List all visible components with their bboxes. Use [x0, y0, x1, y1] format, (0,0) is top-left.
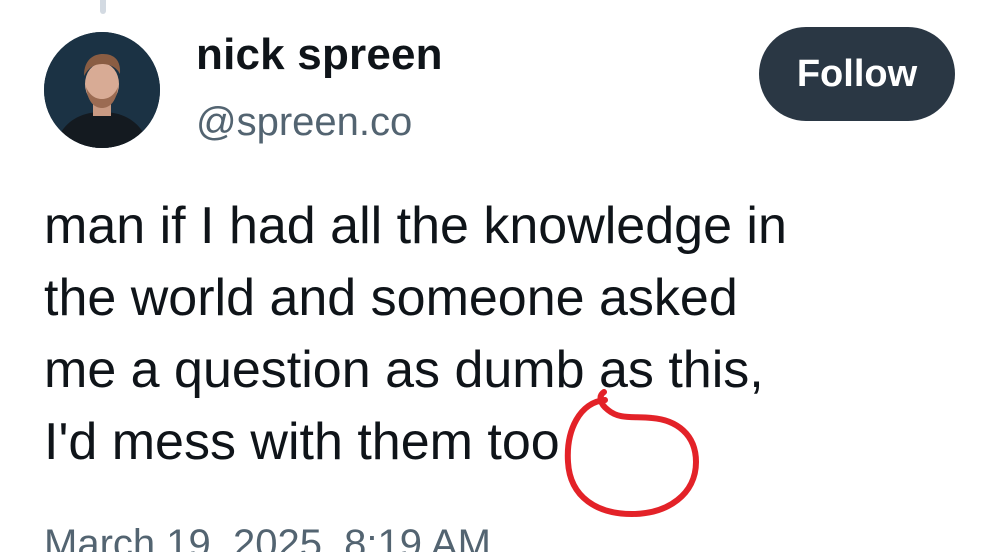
post-text: man if I had all the knowledge in the wo… [44, 190, 974, 478]
post-text-line: the world and someone asked [44, 269, 738, 327]
follow-button[interactable]: Follow [759, 27, 955, 121]
author-display-name[interactable]: nick spreen [196, 30, 443, 80]
post-text-line: man if I had all the knowledge in [44, 197, 787, 255]
post-timestamp[interactable]: March 19, 2025, 8:19 AM [44, 522, 491, 552]
post-text-line: me a question as dumb as this, [44, 341, 764, 399]
post-text-line: I'd mess with them too [44, 413, 560, 471]
profile-photo-icon [44, 32, 160, 148]
post-card: nick spreen @spreen.co Follow man if I h… [0, 0, 1000, 552]
thread-connector-line [100, 0, 106, 14]
author-handle[interactable]: @spreen.co [196, 100, 412, 145]
avatar[interactable] [44, 32, 160, 148]
